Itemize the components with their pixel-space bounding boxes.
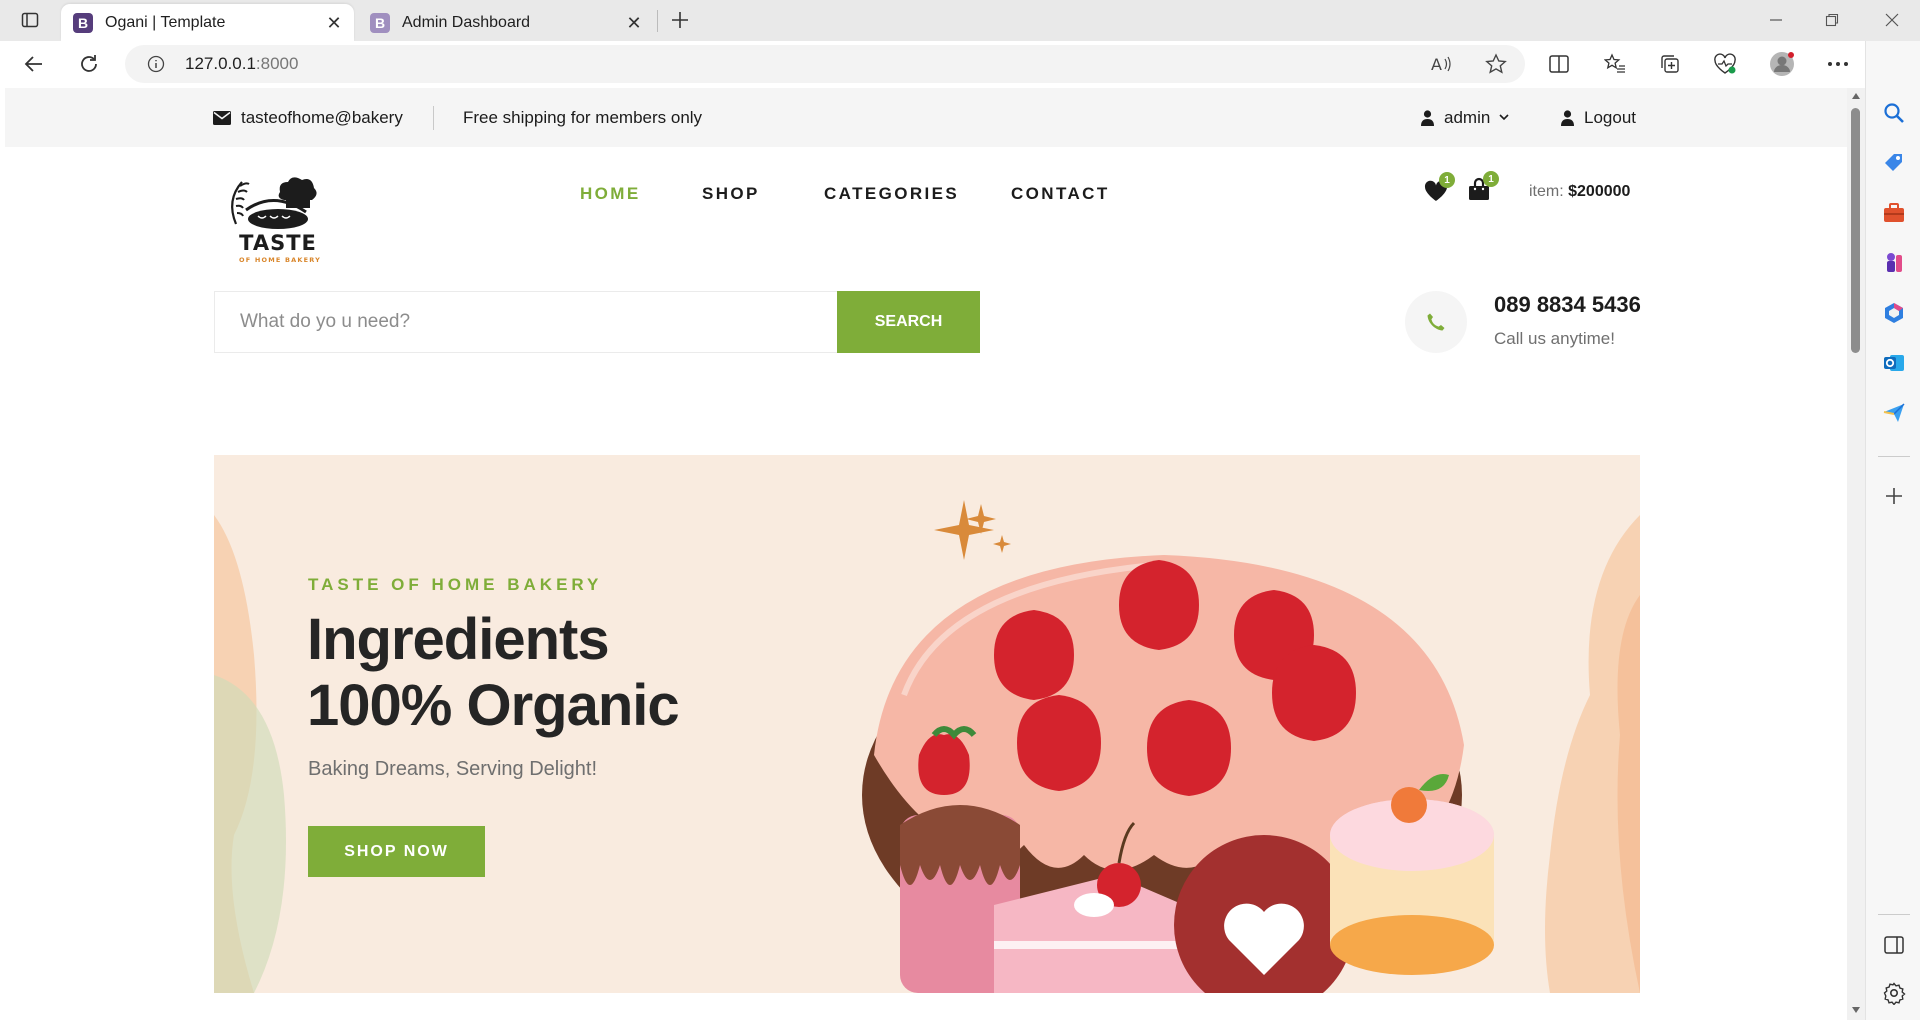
browser-tab-bar: B Ogani | Template ✕ B Admin Dashboard ✕ (0, 0, 1920, 41)
browser-essentials-icon[interactable] (1707, 46, 1743, 82)
tab-admin-dashboard[interactable]: B Admin Dashboard ✕ (358, 4, 654, 41)
svg-text:A: A (1431, 55, 1442, 74)
sidebar-divider (1878, 456, 1910, 457)
username: admin (1444, 107, 1491, 127)
nav-contact[interactable]: CONTACT (1011, 184, 1110, 204)
cart-total-label: item: (1529, 183, 1569, 200)
tools-briefcase-icon[interactable] (1882, 201, 1906, 225)
topbar-divider (433, 106, 434, 130)
logo-title: TASTE (239, 231, 317, 255)
site-info-icon[interactable] (147, 55, 165, 73)
microsoft-365-icon[interactable] (1882, 301, 1906, 325)
tab-ogani[interactable]: B Ogani | Template ✕ (61, 4, 354, 41)
add-app-icon[interactable] (1882, 484, 1906, 508)
shop-now-button[interactable]: SHOP NOW (308, 826, 485, 877)
tab-title: Admin Dashboard (402, 13, 531, 31)
address-bar[interactable]: 127.0.0.1:8000 A (125, 45, 1525, 83)
hero-tagline: TASTE OF HOME BAKERY (308, 575, 603, 594)
tab-divider (657, 10, 658, 32)
page-viewport: tasteofhome@bakery Free shipping for mem… (5, 88, 1847, 1020)
nav-shop[interactable]: SHOP (702, 184, 760, 204)
back-icon[interactable] (16, 46, 52, 82)
profile-avatar-icon[interactable] (1764, 46, 1800, 82)
search-button[interactable]: SEARCH (837, 291, 980, 353)
scroll-up-arrow-icon[interactable] (1851, 92, 1861, 100)
split-screen-icon[interactable] (1541, 46, 1577, 82)
bootstrap-favicon-icon: B (370, 12, 390, 33)
close-window-icon[interactable] (1874, 2, 1910, 38)
shipping-notice: Free shipping for members only (463, 107, 703, 127)
cart-button[interactable]: 1 (1467, 171, 1499, 203)
cart-total-value: $200000 (1568, 183, 1631, 200)
favorite-star-icon[interactable] (1485, 53, 1507, 75)
favorites-icon[interactable] (1597, 46, 1633, 82)
scrollbar-thumb[interactable] (1851, 108, 1860, 353)
scroll-down-arrow-icon[interactable] (1851, 1006, 1861, 1014)
cart-count-badge: 1 (1483, 171, 1499, 187)
nav-home[interactable]: HOME (580, 184, 641, 204)
hero-title: Ingredients 100% Organic (307, 607, 727, 739)
search-input[interactable] (215, 292, 841, 352)
wishlist-button[interactable]: 1 (1424, 172, 1455, 206)
hero-title-line1: Ingredients (307, 607, 610, 672)
hero-banner: TASTE OF HOME BAKERY Ingredients 100% Org… (214, 455, 1640, 993)
contact-email: tasteofhome@bakery (213, 88, 403, 147)
logout-link[interactable]: Logout (1561, 88, 1636, 147)
new-tab-icon[interactable] (662, 2, 698, 38)
logo-subtitle: OF HOME BAKERY (239, 256, 321, 264)
hero-title-line2: 100% Organic (307, 673, 680, 738)
nav-categories[interactable]: CATEGORIES (824, 184, 959, 204)
phone-badge (1405, 291, 1467, 353)
phone-number: 089 8834 5436 (1494, 292, 1641, 317)
logout-label: Logout (1584, 107, 1636, 127)
user-icon (1561, 109, 1574, 126)
header-top-bar: tasteofhome@bakery Free shipping for mem… (5, 88, 1847, 147)
browser-toolbar: 127.0.0.1:8000 A (0, 41, 1920, 88)
more-options-icon[interactable] (1820, 46, 1856, 82)
user-dropdown[interactable]: admin (1421, 88, 1509, 147)
bakery-logo[interactable]: TASTE OF HOME BAKERY (218, 172, 338, 276)
send-drop-icon[interactable] (1882, 401, 1906, 425)
edge-sidebar (1865, 41, 1920, 1020)
read-aloud-icon[interactable]: A (1430, 54, 1452, 74)
close-tab-icon[interactable]: ✕ (624, 13, 644, 33)
chevron-down-icon (1499, 114, 1509, 121)
wishlist-count-badge: 1 (1439, 172, 1455, 188)
refresh-icon[interactable] (71, 46, 107, 82)
search-icon[interactable] (1882, 101, 1906, 125)
phone-icon (1427, 313, 1445, 331)
sidebar-divider (1878, 914, 1910, 915)
close-tab-icon[interactable]: ✕ (324, 13, 344, 33)
search-form (214, 291, 841, 353)
envelope-icon (213, 110, 231, 125)
outlook-icon[interactable] (1882, 351, 1906, 375)
tab-actions-icon[interactable] (12, 2, 48, 38)
page-scrollbar[interactable] (1847, 88, 1865, 1020)
hero-subtitle: Baking Dreams, Serving Delight! (308, 758, 598, 780)
url-host: 127.0.0.1 (185, 54, 256, 73)
minimize-icon[interactable] (1758, 2, 1794, 38)
collections-icon[interactable] (1652, 46, 1688, 82)
shopping-tag-icon[interactable] (1882, 151, 1906, 175)
bootstrap-favicon-icon: B (73, 12, 93, 33)
phone-note: Call us anytime! (1494, 329, 1615, 348)
settings-gear-icon[interactable] (1882, 981, 1906, 1005)
hide-sidebar-icon[interactable] (1882, 933, 1906, 957)
cart-total: item: $200000 (1529, 183, 1630, 201)
games-chess-icon[interactable] (1882, 251, 1906, 275)
restore-icon[interactable] (1814, 2, 1850, 38)
url-port: :8000 (255, 54, 299, 73)
email-text: tasteofhome@bakery (241, 107, 403, 127)
tab-title: Ogani | Template (105, 13, 226, 31)
user-icon (1421, 109, 1434, 126)
